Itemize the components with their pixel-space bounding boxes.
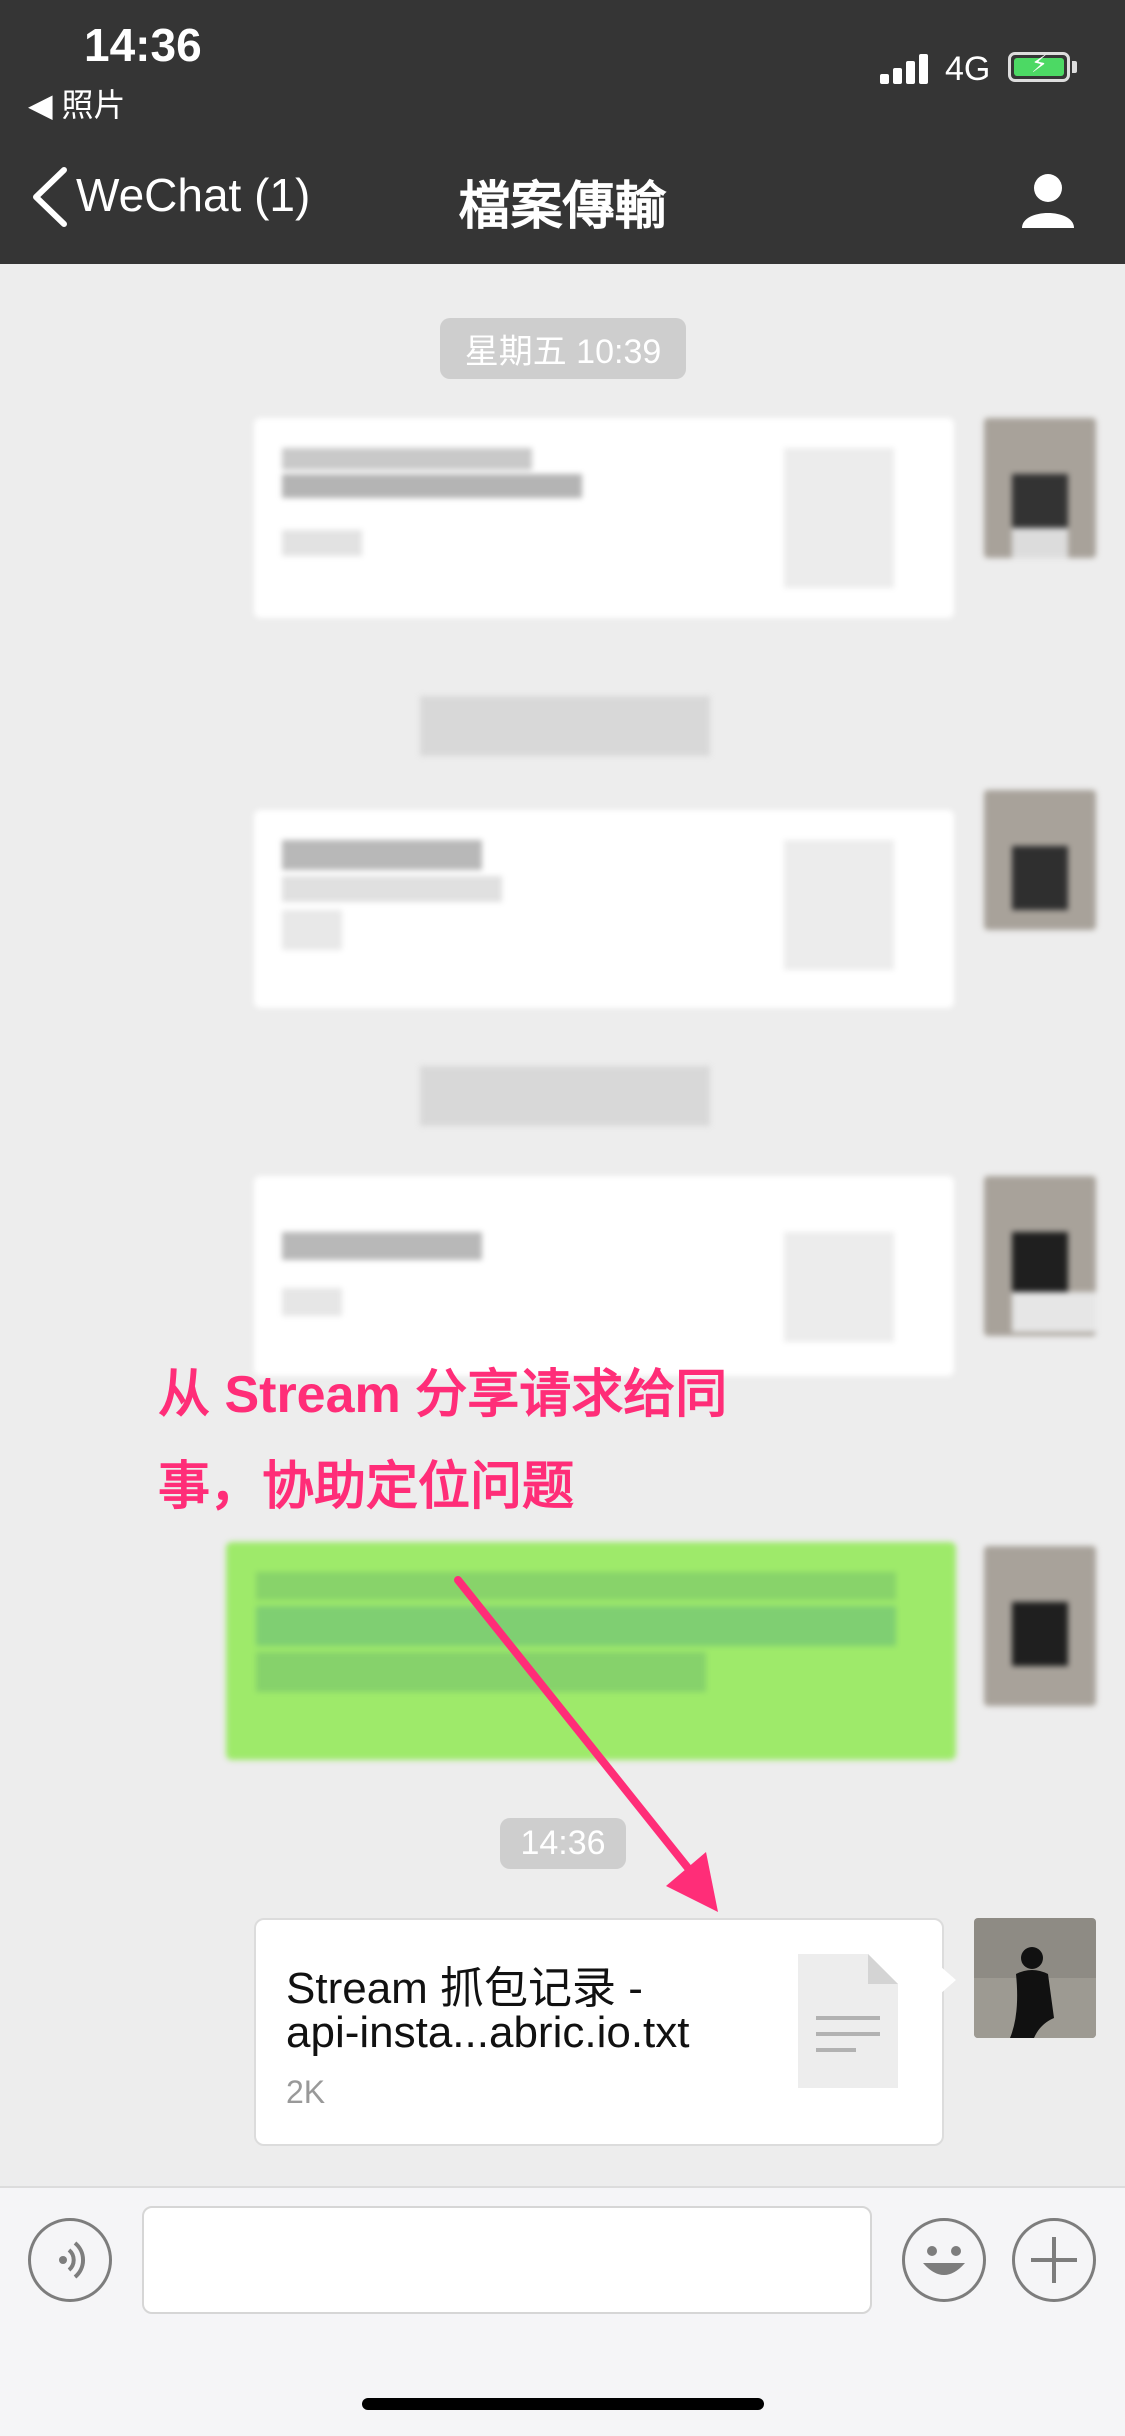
avatar[interactable] <box>984 1546 1096 1706</box>
pixelated-timestamp <box>420 696 710 756</box>
signal-icon <box>880 52 932 84</box>
timestamp-label: 14:36 <box>500 1818 626 1869</box>
avatar[interactable] <box>984 790 1096 930</box>
pixelated-sent-message <box>226 1542 956 1760</box>
network-type: 4G <box>945 50 991 88</box>
message-input[interactable] <box>142 2206 872 2314</box>
timestamp-label: 星期五 10:39 <box>440 318 686 379</box>
avatar[interactable] <box>984 1176 1096 1336</box>
bubble-tail <box>940 1966 956 1994</box>
plus-icon <box>1031 2237 1077 2283</box>
status-time: 14:36 <box>84 19 202 71</box>
avatar-photo <box>974 1918 1096 2038</box>
annotation-line-1: 从 Stream 分享请求给同 <box>158 1366 728 1424</box>
annotation-line-2: 事，协助定位问题 <box>158 1458 575 1516</box>
file-name-line-1: Stream 抓包记录 - <box>286 1964 643 2013</box>
voice-icon <box>59 2241 86 2279</box>
pixelated-message-3 <box>254 1176 954 1376</box>
my-avatar[interactable] <box>974 1918 1096 2038</box>
emoji-icon <box>923 2246 965 2275</box>
chevron-left-icon[interactable] <box>26 166 74 228</box>
battery-icon: ⚡ <box>1008 51 1070 82</box>
person-icon[interactable] <box>1018 170 1078 230</box>
file-icon <box>798 1954 898 2088</box>
pixelated-timestamp <box>420 1066 710 1126</box>
home-indicator[interactable] <box>362 2398 764 2410</box>
pixelated-message-1 <box>254 418 954 618</box>
file-size: 2K <box>286 2074 326 2110</box>
plus-button[interactable] <box>1012 2218 1096 2302</box>
voice-button[interactable] <box>28 2218 112 2302</box>
back-to-photos-link[interactable]: ◀ 照片 <box>28 80 126 126</box>
battery-cap <box>1072 61 1077 73</box>
pixelated-message-2 <box>254 810 954 1008</box>
back-button[interactable]: WeChat (1) <box>76 168 310 222</box>
emoji-button[interactable] <box>902 2218 986 2302</box>
file-name-line-2: api-insta...abric.io.txt <box>286 2008 690 2057</box>
avatar[interactable] <box>984 418 1096 558</box>
